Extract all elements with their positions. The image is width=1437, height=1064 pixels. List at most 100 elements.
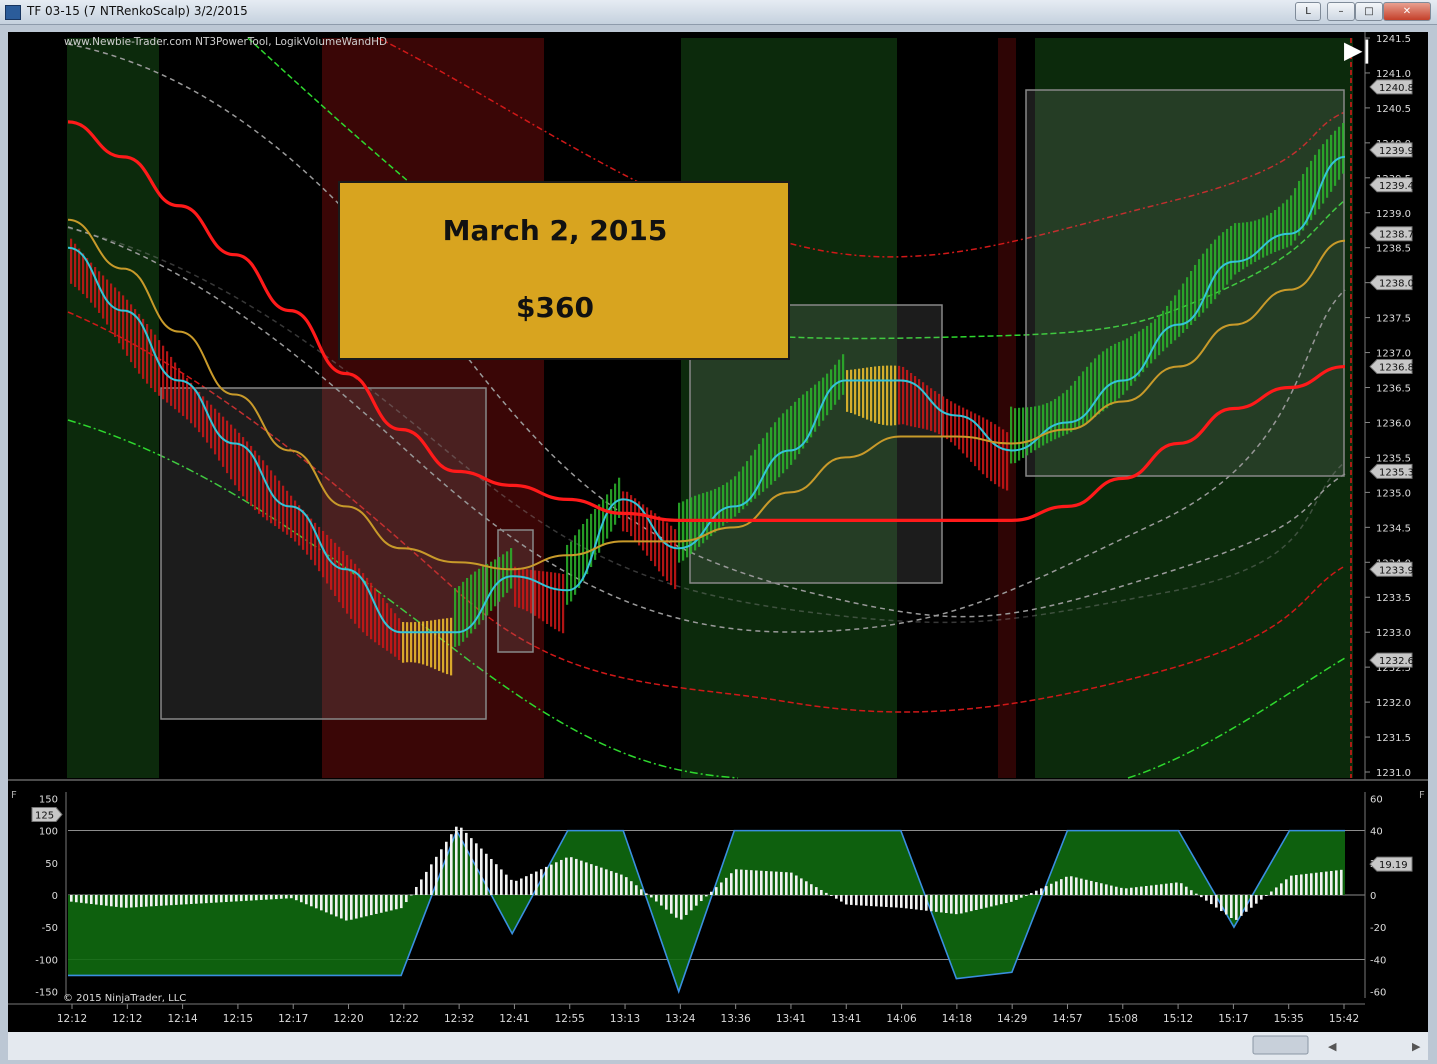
- price-tick-label: 1236.5: [1376, 384, 1411, 395]
- histogram-bar: [605, 869, 608, 895]
- renko-bar: [1110, 345, 1113, 406]
- renko-bar: [842, 354, 845, 395]
- histogram-bar: [610, 871, 613, 895]
- price-flag-label: 1238.7: [1379, 230, 1414, 241]
- histogram-bar: [740, 869, 743, 895]
- histogram-bar: [405, 895, 408, 903]
- minimize-button[interactable]: –: [1327, 2, 1355, 21]
- chart-area[interactable]: ▶| www.Newbie-Trader.com NT3PowerTool, L…: [8, 32, 1428, 1060]
- renko-bar: [658, 516, 661, 572]
- histogram-bar: [720, 882, 723, 895]
- histogram-bar: [1330, 870, 1333, 895]
- histogram-bar: [1045, 886, 1048, 895]
- histogram-bar: [425, 871, 428, 895]
- horizontal-scrollbar[interactable]: ◀ ▶: [8, 1032, 1428, 1060]
- scrollbar-thumb[interactable]: [1252, 1035, 1309, 1055]
- link-button[interactable]: L: [1295, 2, 1321, 21]
- histogram-bar: [910, 895, 913, 909]
- price-tick-label: 1232.0: [1376, 698, 1411, 709]
- histogram-bar: [435, 856, 438, 895]
- scroll-left-icon[interactable]: ◀: [1328, 1040, 1337, 1053]
- renko-bar: [522, 568, 525, 610]
- histogram-bar: [985, 895, 988, 908]
- renko-bar: [370, 582, 373, 640]
- renko-bar: [1274, 210, 1277, 253]
- histogram-bar: [935, 895, 938, 912]
- histogram-bar: [320, 895, 323, 911]
- renko-bar: [1282, 203, 1285, 249]
- histogram-bar: [655, 895, 658, 902]
- renko-bar: [454, 587, 457, 647]
- renko-bar: [1190, 270, 1193, 326]
- renko-bar: [1230, 225, 1233, 280]
- histogram-bar: [755, 870, 758, 895]
- histogram-bar: [1135, 887, 1138, 895]
- jump-to-end-icon[interactable]: ▶|: [1344, 36, 1371, 64]
- renko-bar: [906, 369, 909, 426]
- histogram-bar: [965, 895, 968, 913]
- histogram-bar: [925, 895, 928, 911]
- renko-bar: [82, 253, 85, 295]
- renko-bar: [942, 396, 945, 437]
- renko-bar: [1278, 206, 1281, 251]
- scroll-right-icon[interactable]: ▶: [1412, 1040, 1421, 1053]
- histogram-bar: [790, 872, 793, 895]
- histogram-bar: [1270, 891, 1273, 895]
- histogram-bar: [1320, 872, 1323, 895]
- maximize-button[interactable]: □: [1355, 2, 1383, 21]
- renko-bar: [1018, 407, 1021, 461]
- renko-bar: [746, 461, 749, 506]
- scrollbar-track[interactable]: [8, 1032, 1428, 1060]
- renko-bar: [714, 488, 717, 533]
- histogram-bar: [780, 871, 783, 895]
- renko-bar: [894, 365, 897, 426]
- chart-svg[interactable]: ▶| www.Newbie-Trader.com NT3PowerTool, L…: [8, 32, 1428, 1060]
- histogram-bar: [805, 881, 808, 895]
- histogram-bar: [445, 841, 448, 895]
- time-tick-label: 15:17: [1218, 1013, 1248, 1025]
- renko-bar: [670, 525, 673, 586]
- histogram-bar: [555, 862, 558, 895]
- renko-bar: [910, 372, 913, 427]
- price-flag: 1240.8: [1369, 79, 1414, 95]
- histogram-bar: [240, 895, 243, 902]
- histogram-bar: [105, 895, 108, 906]
- renko-bar: [686, 499, 689, 558]
- renko-bar: [1266, 215, 1269, 256]
- histogram-bar: [1210, 895, 1213, 905]
- renko-bar: [402, 622, 405, 663]
- histogram-bar: [1155, 884, 1158, 895]
- histogram-bar: [380, 895, 383, 913]
- renko-bar: [882, 365, 885, 425]
- renko-bar: [610, 489, 613, 532]
- renko-bar: [394, 613, 397, 657]
- histogram-bar: [1230, 895, 1233, 918]
- zone-box-4: [1025, 89, 1345, 477]
- renko-bar: [262, 460, 265, 518]
- renko-bar: [1122, 340, 1125, 395]
- time-tick-label: 12:32: [444, 1013, 474, 1025]
- price-flag-label: 1235.3: [1379, 467, 1414, 478]
- histogram-bar: [145, 895, 148, 907]
- renko-bar: [514, 566, 517, 607]
- close-button[interactable]: ✕: [1383, 2, 1431, 21]
- histogram-bar: [90, 895, 93, 904]
- histogram-bar: [1055, 881, 1058, 895]
- price-flag-label: 1238.0: [1379, 279, 1414, 290]
- price-tick-label: 1231.5: [1376, 733, 1411, 744]
- histogram-bar: [1115, 886, 1118, 895]
- histogram-bar: [250, 895, 253, 901]
- renko-bar: [70, 238, 73, 284]
- histogram-bar: [200, 895, 203, 904]
- renko-bar: [1010, 406, 1013, 464]
- histogram-bar: [1180, 883, 1183, 895]
- oscillator-right-tick-label: -60: [1370, 988, 1386, 999]
- renko-bar: [578, 529, 581, 589]
- oscillator-left-tick-label: -50: [42, 923, 58, 934]
- renko-bar: [542, 571, 545, 622]
- renko-bar: [1126, 338, 1129, 391]
- title-bar[interactable]: TF 03-15 (7 NTRenkoScalp) 3/2/2015 L – □…: [0, 0, 1437, 25]
- histogram-bar: [1040, 888, 1043, 895]
- renko-bar: [122, 295, 125, 350]
- renko-bar: [1182, 283, 1185, 333]
